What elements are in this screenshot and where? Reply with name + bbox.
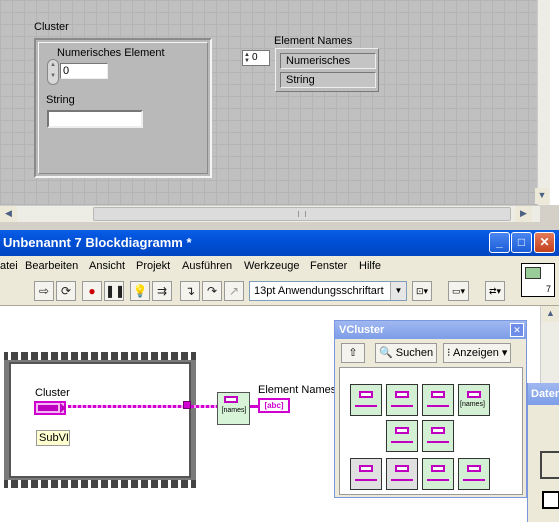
- array-label: Element Names: [274, 35, 353, 47]
- vi-icon-picture: [525, 267, 541, 279]
- scroll-down-icon[interactable]: ▼: [535, 188, 549, 204]
- menu-view[interactable]: Ansicht: [89, 260, 125, 272]
- menu-edit[interactable]: Bearbeiten: [25, 260, 78, 272]
- daten-item-icon[interactable]: [540, 451, 559, 479]
- minimize-button[interactable]: _: [489, 232, 510, 253]
- cluster-wire[interactable]: [68, 405, 186, 408]
- search-button-label: Suchen: [395, 347, 434, 359]
- abort-icon[interactable]: ●: [82, 281, 102, 301]
- daten-palette[interactable]: Daten: [527, 383, 559, 522]
- palette-item-to-variant[interactable]: [458, 458, 490, 490]
- retain-wire-values-icon[interactable]: ⇉: [152, 281, 172, 301]
- numeric-label: Numerisches Element: [57, 47, 165, 59]
- step-out-icon[interactable]: ↗: [224, 281, 244, 301]
- numeric-input[interactable]: 0: [60, 63, 108, 79]
- menu-tools[interactable]: Werkzeuge: [244, 260, 299, 272]
- palette-item-cluster-to-array[interactable]: [422, 420, 454, 452]
- cluster-wire[interactable]: [191, 405, 218, 408]
- scroll-thumb[interactable]: [93, 207, 511, 221]
- vcluster-palette[interactable]: VCluster ✕ ⇧ 🔍 Suchen ⁝ Anzeigen ▾ [name…: [334, 320, 527, 498]
- palette-item-label: [names]: [460, 401, 485, 408]
- element-names-label: Element Names: [258, 384, 337, 396]
- string-label: String: [46, 94, 75, 106]
- palette-title[interactable]: VCluster: [335, 321, 526, 339]
- palette-item-bundle[interactable]: [386, 384, 418, 416]
- while-loop[interactable]: [4, 352, 196, 488]
- cluster-terminal[interactable]: [34, 401, 66, 415]
- reorder-dropdown[interactable]: ⇄▾: [485, 281, 506, 301]
- palette-item-unbundle[interactable]: [350, 384, 382, 416]
- view-button-label: Anzeigen: [452, 347, 499, 359]
- array-index-control[interactable]: ▲ ▼ 0: [242, 50, 270, 66]
- font-select-value: 13pt Anwendungsschriftart: [254, 285, 384, 297]
- run-continuous-icon[interactable]: ⟳: [56, 281, 76, 301]
- daten-item-icon[interactable]: [542, 491, 559, 509]
- subvi-label[interactable]: SubVI: [36, 430, 70, 446]
- menu-window[interactable]: Fenster: [310, 260, 347, 272]
- element-names-indicator[interactable]: [abc]: [258, 398, 290, 413]
- menu-run[interactable]: Ausführen: [182, 260, 232, 272]
- menu-project[interactable]: Projekt: [136, 260, 170, 272]
- cluster-terminal-label: Cluster: [35, 387, 70, 399]
- palette-item-array-to-cluster[interactable]: [386, 420, 418, 452]
- array-item[interactable]: String: [280, 72, 376, 88]
- maximize-button[interactable]: □: [511, 232, 532, 253]
- menu-file[interactable]: atei: [0, 260, 18, 272]
- align-objects-dropdown[interactable]: ⊡▾: [412, 281, 433, 301]
- window-titlebar[interactable]: Unbenannt 7 Blockdiagramm * _ □ ✕: [0, 230, 559, 256]
- scroll-right-icon[interactable]: ▶: [515, 206, 532, 222]
- step-into-icon[interactable]: ↴: [180, 281, 200, 301]
- scroll-up-icon[interactable]: ▲: [542, 306, 559, 322]
- highlight-execution-icon[interactable]: 💡: [130, 281, 150, 301]
- search-button[interactable]: 🔍 Suchen: [375, 343, 438, 363]
- loop-tunnel[interactable]: [183, 401, 191, 409]
- numeric-increment-decrement[interactable]: ▲ ▼: [47, 59, 59, 85]
- view-button[interactable]: ⁝ Anzeigen ▾: [443, 343, 512, 363]
- daten-palette-title[interactable]: Daten: [528, 383, 559, 405]
- toolbar: ⇨ ⟳ ● ❚❚ 💡 ⇉ ↴ ↷ ↗ 13pt Anwendungsschrif…: [0, 276, 559, 306]
- menu-bar: atei Bearbeiten Ansicht Projekt Ausführe…: [0, 256, 559, 276]
- up-arrow-icon[interactable]: ⇧: [341, 343, 365, 363]
- palette-item-unbundle-by-name[interactable]: [422, 384, 454, 416]
- array-item[interactable]: Numerisches: [280, 53, 376, 69]
- distribute-objects-dropdown[interactable]: ▭▾: [448, 281, 470, 301]
- front-panel-vertical-scrollbar[interactable]: ▼: [535, 0, 550, 205]
- scroll-left-icon[interactable]: ◀: [0, 206, 17, 222]
- close-button[interactable]: ✕: [534, 232, 555, 253]
- front-panel-horizontal-scrollbar[interactable]: ◀ ▶: [0, 205, 540, 222]
- palette-item-variant[interactable]: [422, 458, 454, 490]
- node-label: [names]: [221, 407, 247, 414]
- string-input[interactable]: [47, 110, 143, 128]
- font-select[interactable]: 13pt Anwendungsschriftart ▼: [249, 281, 407, 301]
- menu-help[interactable]: Hilfe: [359, 260, 381, 272]
- palette-item-cluster-constant[interactable]: [350, 458, 382, 490]
- chevron-down-icon[interactable]: ▼: [390, 282, 406, 300]
- palette-items: [names]: [339, 367, 523, 495]
- array-element-names[interactable]: Numerisches String: [275, 48, 379, 92]
- pause-icon[interactable]: ❚❚: [104, 281, 125, 301]
- step-over-icon[interactable]: ↷: [202, 281, 222, 301]
- vi-icon[interactable]: 7: [521, 263, 555, 297]
- palette-item-cluster-indicator[interactable]: [386, 458, 418, 490]
- cluster-to-names-node[interactable]: [names]: [217, 392, 250, 425]
- palette-close-icon[interactable]: ✕: [510, 323, 524, 337]
- cluster-label: Cluster: [34, 21, 69, 33]
- cluster-control[interactable]: [34, 38, 212, 178]
- vi-icon-number: 7: [545, 284, 551, 294]
- window-title: Unbenannt 7 Blockdiagramm *: [3, 235, 192, 250]
- window-gap: [0, 222, 559, 230]
- run-arrow-icon[interactable]: ⇨: [34, 281, 54, 301]
- palette-item-cluster-to-names[interactable]: [names]: [458, 384, 490, 416]
